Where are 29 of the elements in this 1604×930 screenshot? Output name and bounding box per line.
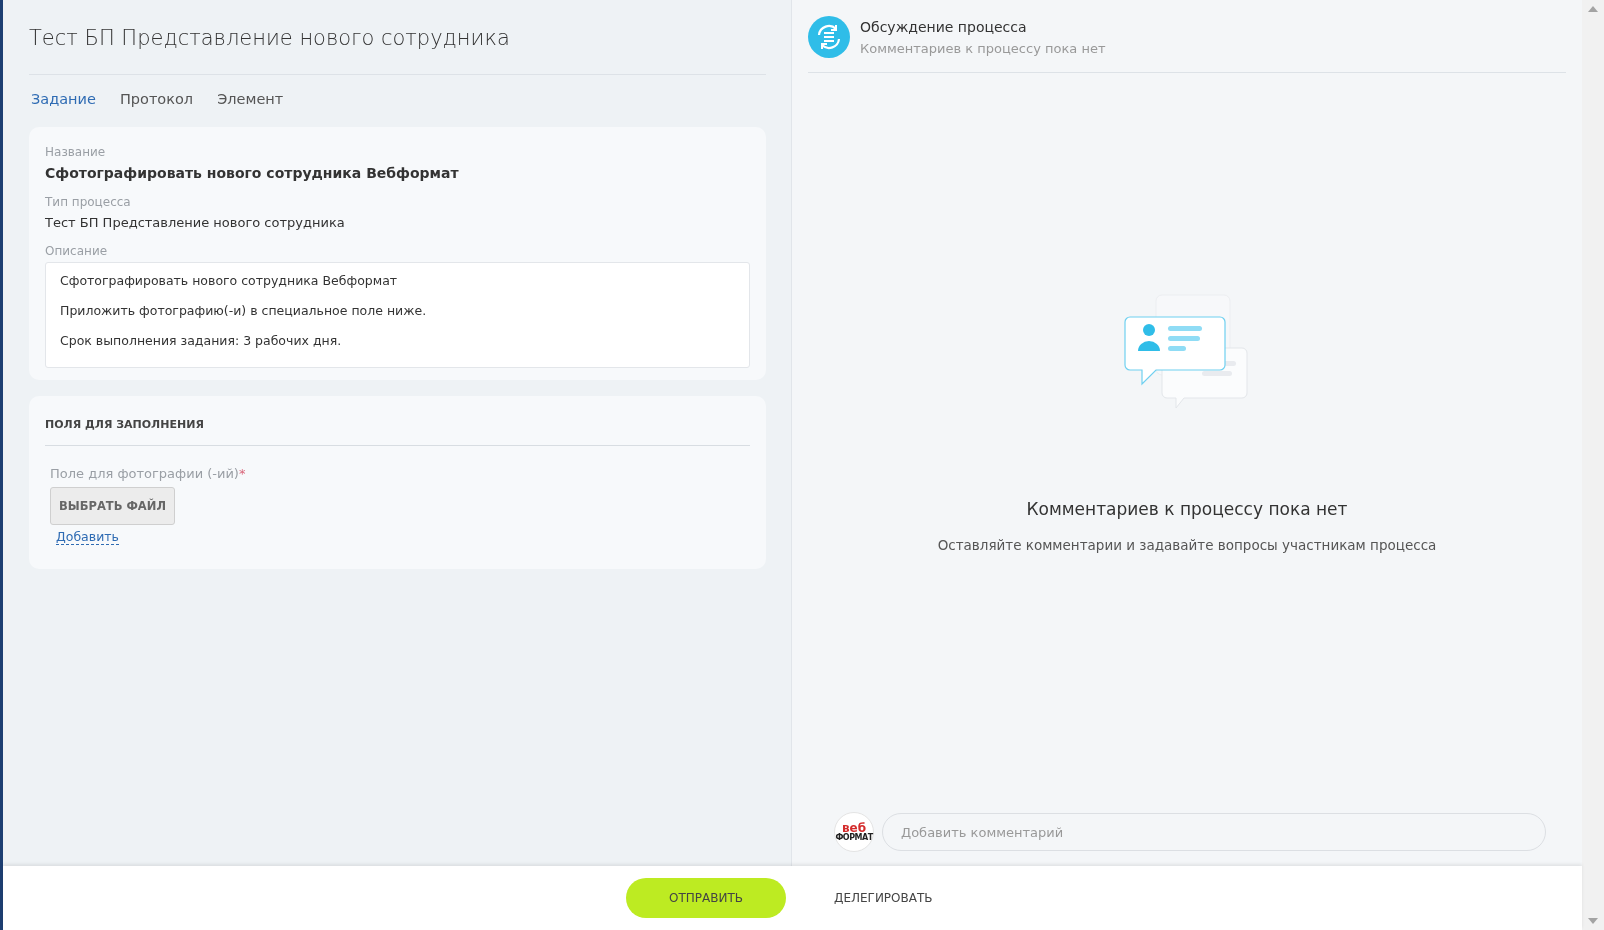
empty-text: Оставляйте комментарии и задавайте вопросы участникам процесса: [937, 536, 1437, 553]
description-line: Приложить фотографию(-и) в специальное поле ниже.: [60, 303, 428, 318]
scrollbar[interactable]: [1582, 0, 1604, 930]
description-line: Срок выполнения задания: 3 рабочих дня.: [60, 333, 343, 348]
company-logo: веб ФОРМАТ: [834, 812, 874, 852]
section-heading: ПОЛЯ ДЛЯ ЗАПОЛНЕНИЯ: [45, 410, 750, 446]
task-name: Сфотографировать нового сотрудника Вебформат: [45, 165, 460, 181]
delegate-button[interactable]: ДЕЛЕГИРОВАТЬ: [834, 891, 933, 905]
field-label: Поле для фотографии (-ий): [50, 466, 239, 481]
choose-file-button[interactable]: ВЫБРАТЬ ФАЙЛ: [50, 487, 175, 525]
description-line: Сфотографировать нового сотрудника Вебформат: [60, 273, 399, 288]
send-button[interactable]: ОТПРАВИТЬ: [626, 878, 786, 918]
discussion-subtitle: Комментариев к процессу пока нет: [860, 40, 1106, 56]
scroll-up-icon[interactable]: [1588, 6, 1598, 12]
tab[interactable]: Задание: [31, 91, 96, 107]
empty-title: Комментариев к процессу пока нет: [1026, 498, 1348, 519]
comment-input[interactable]: Добавить комментарий: [882, 813, 1546, 851]
field-label: Тип процесса: [45, 195, 132, 209]
field-label: Описание: [45, 244, 109, 258]
add-link[interactable]: Добавить: [56, 529, 119, 545]
required-asterisk: *: [238, 466, 246, 481]
tab[interactable]: Протокол: [119, 91, 194, 107]
discussion-icon: [808, 16, 850, 58]
process-type: Тест БП Представление нового сотрудника: [45, 215, 346, 230]
discussion-title: Обсуждение процесса: [860, 18, 1028, 35]
page-title: Тест БП Представление нового сотрудника: [29, 0, 766, 75]
field-label: Название: [45, 145, 107, 159]
tab[interactable]: Элемент: [217, 91, 284, 107]
scroll-down-icon[interactable]: [1588, 918, 1598, 924]
